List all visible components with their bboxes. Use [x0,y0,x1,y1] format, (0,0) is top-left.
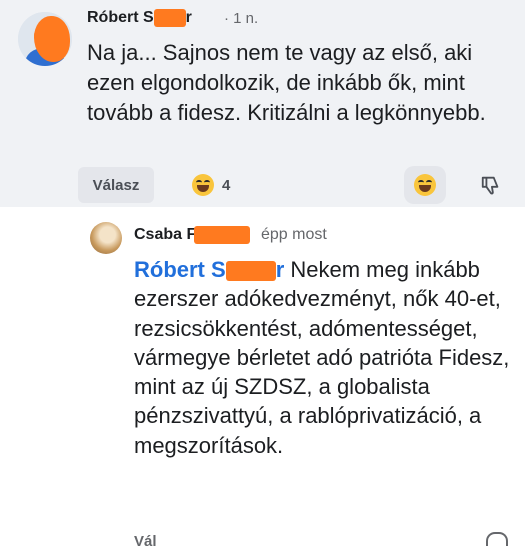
redaction-blot [194,226,251,244]
reply-button[interactable]: Válasz [78,167,154,203]
redaction-blot [225,261,276,282]
cut-off-icon [486,532,508,546]
reply-author[interactable]: Csaba F [134,226,251,244]
react-button[interactable] [404,166,446,204]
reaction-count: 4 [222,176,231,194]
reaction-summary[interactable]: 4 [192,174,230,196]
haha-emoji-icon [192,174,214,196]
comment-author[interactable]: Róbert S r [87,9,192,27]
redaction-blot [153,9,186,27]
parent-comment: Róbert S r · 1 n. Na ja... Sajnos nem te … [0,0,525,207]
mention-name-suffix: r [275,257,285,282]
dislike-button[interactable] [476,170,506,200]
author-name: Róbert S [87,9,154,27]
haha-emoji-icon [414,174,436,196]
mention-name: Róbert S [134,257,226,282]
comment-text: Na ja... Sajnos nem te vagy az első, aki… [87,40,486,125]
reply-timestamp[interactable]: épp most [261,226,327,244]
reply-author-name: Csaba F [134,226,197,244]
reply-reply-button[interactable]: Vál [134,533,157,550]
author-name-suffix: r [185,9,192,27]
reply-avatar[interactable] [90,222,122,254]
reply-body: Nekem meg inkább ezerszer adókedvezményt… [134,257,510,458]
avatar[interactable] [18,12,72,66]
thumbs-down-icon [481,176,499,195]
reply-text: Róbert S r Nekem meg inkább ezerszer adók… [134,255,518,460]
comment-timestamp[interactable]: · 1 n. [224,10,258,27]
mention-link[interactable]: Róbert S r [134,257,284,282]
redaction-blot [34,16,70,62]
